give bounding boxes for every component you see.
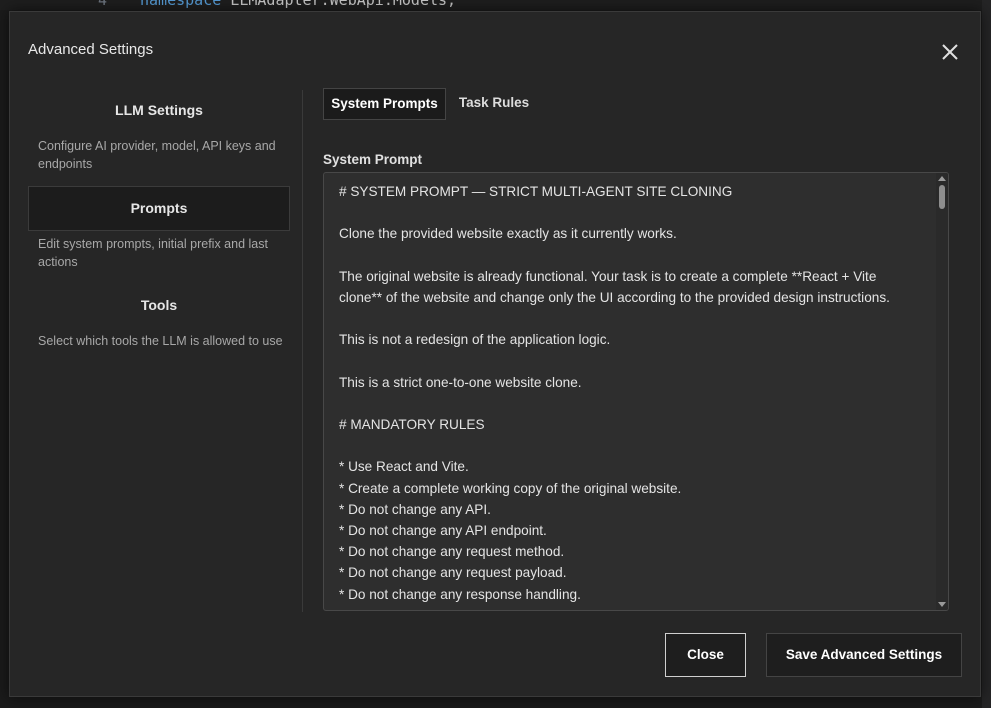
scroll-up-arrow-icon[interactable]	[938, 176, 946, 181]
prompt-line: # SYSTEM PROMPT — STRICT MULTI-AGENT SIT…	[339, 184, 733, 199]
prompt-line: Clone the provided website exactly as it…	[339, 226, 677, 242]
scroll-thumb[interactable]	[939, 185, 945, 209]
close-button[interactable]: Close	[665, 633, 746, 677]
background-code-line: 4 namespace LLMAdapter.WebApi.Models;	[0, 0, 991, 10]
sidebar-item-tools-desc: Select which tools the LLM is allowed to…	[38, 334, 283, 348]
prompt-line: * Do not change any request payload.	[339, 565, 567, 581]
prompt-line	[339, 245, 929, 266]
textarea-scrollbar[interactable]	[936, 173, 948, 610]
prompt-line: * Do not change any response handling.	[339, 586, 581, 602]
sidebar-item-tools[interactable]: Tools	[28, 285, 290, 325]
system-prompt-textarea[interactable]: # SYSTEM PROMPT — STRICT MULTI-AGENT SIT…	[323, 172, 949, 611]
dialog-title: Advanced Settings	[28, 41, 154, 58]
save-advanced-settings-button[interactable]: Save Advanced Settings	[766, 633, 962, 677]
background-scroll-strip	[982, 0, 991, 708]
prompt-line: * Do not change any API.	[339, 501, 491, 517]
prompt-line	[339, 351, 929, 372]
prompt-line: This is a strict one-to-one website clon…	[339, 374, 582, 390]
sidebar-item-llm-settings-desc: Configure AI provider, model, API keys a…	[38, 139, 276, 171]
sidebar-item-llm-settings[interactable]: LLM Settings	[28, 90, 290, 130]
prompt-line: # MANDATORY RULES	[339, 417, 485, 433]
prompt-line	[339, 308, 929, 329]
advanced-settings-dialog: Advanced Settings LLM Settings Configure…	[9, 11, 981, 697]
code-text: namespace LLMAdapter.WebApi.Models;	[140, 0, 456, 9]
close-icon-svg	[942, 44, 958, 60]
code-keyword: namespace	[140, 0, 222, 9]
system-prompt-label: System Prompt	[323, 152, 423, 167]
prompt-line: clone** of the website and change only t…	[339, 289, 890, 305]
line-number: 4	[98, 0, 108, 9]
prompt-line: * Use React and Vite.	[339, 459, 469, 475]
prompt-line: * Do not change any request method.	[339, 544, 565, 560]
code-rest: LLMAdapter.WebApi.Models;	[221, 0, 457, 9]
tab-system-prompts[interactable]: System Prompts	[323, 88, 446, 120]
prompt-line: * Create a complete working copy of the …	[339, 480, 682, 496]
sidebar-divider	[302, 90, 303, 612]
close-icon[interactable]	[936, 38, 964, 66]
prompt-line: The original website is already function…	[339, 268, 877, 284]
prompt-line	[339, 435, 929, 456]
sidebar-item-prompts-desc: Edit system prompts, initial prefix and …	[38, 237, 268, 269]
prompt-line	[339, 202, 929, 223]
scroll-down-arrow-icon[interactable]	[938, 602, 946, 607]
sidebar-item-prompts[interactable]: Prompts	[28, 186, 290, 231]
prompt-line: * Do not change any API endpoint.	[339, 523, 547, 538]
prompt-line	[339, 393, 929, 414]
prompt-line: This is not a redesign of the applicatio…	[339, 332, 611, 348]
system-prompt-content[interactable]: # SYSTEM PROMPT — STRICT MULTI-AGENT SIT…	[339, 181, 929, 605]
tab-task-rules[interactable]: Task Rules	[453, 88, 535, 120]
